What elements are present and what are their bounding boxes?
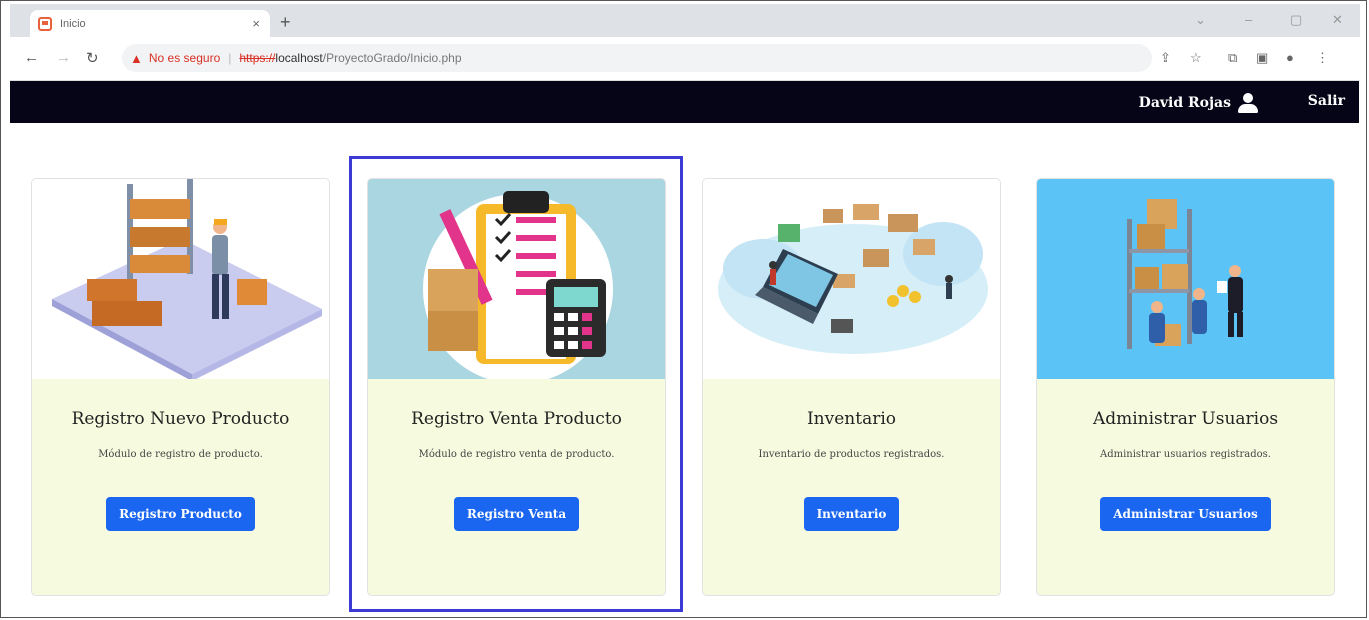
card-inventario: Inventario Inventario de productos regis… [702, 178, 1001, 596]
card-title: Administrar Usuarios [1092, 409, 1279, 429]
menu-icon[interactable]: ⋮ [1316, 50, 1329, 66]
card-registro-producto: Registro Nuevo Producto Módulo de regist… [31, 178, 330, 596]
administrar-usuarios-button[interactable]: Administrar Usuarios [1100, 497, 1271, 531]
tab-title: Inicio [60, 17, 86, 30]
tab-search-icon[interactable]: ⌄ [1195, 12, 1206, 28]
extensions-icon[interactable]: ⧉ [1228, 50, 1237, 66]
window-close-icon[interactable]: ✕ [1332, 12, 1343, 28]
new-tab-button[interactable]: + [280, 12, 291, 33]
side-panel-icon[interactable]: ▣ [1256, 50, 1268, 66]
warehouse-illustration [32, 179, 329, 379]
bookmark-star-icon[interactable]: ☆ [1190, 50, 1202, 66]
warning-icon: ▲ [130, 50, 143, 66]
card-body: Registro Nuevo Producto Módulo de regist… [32, 409, 329, 531]
browser-tabstrip: Inicio × + ⌄ – ▢ ✕ [10, 4, 1360, 37]
address-bar[interactable]: ▲ No es seguro | https:// localhost /Pro… [122, 44, 1152, 72]
url-path: /ProyectoGrado/Inicio.php [322, 51, 462, 65]
favicon-icon [38, 16, 52, 31]
url-protocol: https:// [239, 51, 276, 65]
card-title: Inventario [806, 409, 897, 429]
maximize-icon[interactable]: ▢ [1290, 12, 1302, 28]
user-name: David Rojas [1138, 95, 1231, 111]
forward-icon[interactable]: → [56, 49, 71, 66]
url-separator: | [228, 51, 232, 65]
card-description: Inventario de productos registrados. [758, 449, 945, 460]
user-menu[interactable]: David Rojas [1139, 93, 1259, 113]
card-description: Módulo de registro de producto. [98, 449, 263, 460]
user-icon [1237, 93, 1259, 113]
back-icon[interactable]: ← [24, 49, 39, 66]
browser-tab[interactable]: Inicio × [30, 10, 270, 37]
inventory-illustration [703, 179, 1000, 379]
card-title: Registro Nuevo Producto [71, 409, 290, 429]
site-navbar: David Rojas Salir [10, 81, 1359, 123]
card-body: Administrar Usuarios Administrar usuario… [1037, 409, 1334, 531]
browser-toolbar: ← → ↻ ▲ No es seguro | https:// localhos… [10, 37, 1360, 81]
reload-icon[interactable]: ↻ [86, 49, 99, 67]
registro-producto-button[interactable]: Registro Producto [106, 497, 255, 531]
minimize-icon[interactable]: – [1245, 12, 1252, 27]
security-label[interactable]: No es seguro [149, 51, 220, 65]
users-illustration [1037, 179, 1334, 379]
card-description: Administrar usuarios registrados. [1099, 449, 1271, 460]
selection-highlight [349, 156, 683, 612]
card-administrar-usuarios: Administrar Usuarios Administrar usuario… [1036, 178, 1335, 596]
url-host: localhost [275, 51, 323, 65]
profile-icon[interactable]: ● [1286, 50, 1294, 65]
tab-close-icon[interactable]: × [252, 16, 260, 31]
card-body: Inventario Inventario de productos regis… [703, 409, 1000, 531]
share-icon[interactable]: ⇪ [1160, 50, 1171, 66]
inventario-button[interactable]: Inventario [803, 497, 900, 531]
logout-link[interactable]: Salir [1308, 93, 1345, 109]
